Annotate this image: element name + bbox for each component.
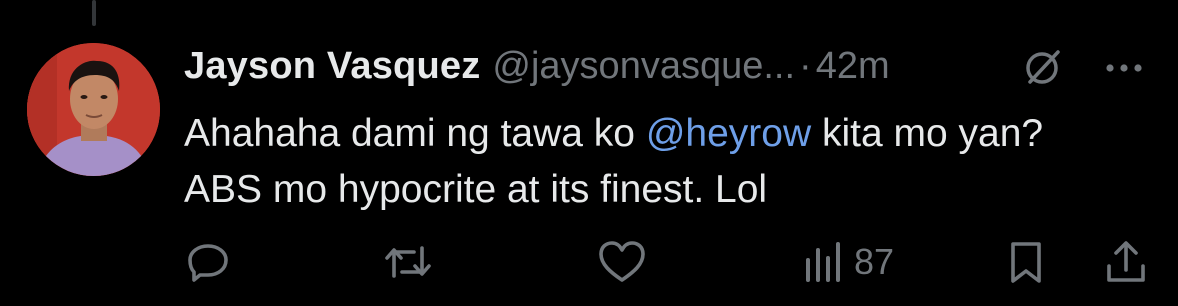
reply-button[interactable] (184, 232, 232, 292)
tweet[interactable]: Jayson Vasquez @jaysonvasque... · 42m Ah… (184, 36, 1158, 218)
display-name[interactable]: Jayson Vasquez (184, 45, 480, 88)
separator-dot: · (799, 44, 812, 87)
retweet-icon (382, 238, 434, 286)
more-icon[interactable] (1100, 46, 1148, 88)
user-handle[interactable]: @jaysonvasque... (492, 45, 795, 88)
bookmark-icon (1006, 238, 1046, 286)
tweet-header: Jayson Vasquez @jaysonvasque... · 42m (184, 36, 1158, 96)
timestamp[interactable]: 42m (816, 45, 890, 88)
share-button[interactable] (1104, 232, 1148, 292)
action-bar: 87 (184, 232, 1164, 292)
tweet-text: Ahahaha dami ng tawa ko @heyrow kita mo … (184, 106, 1084, 218)
like-button[interactable] (596, 232, 648, 292)
share-icon (1104, 238, 1148, 286)
heart-icon (596, 238, 648, 286)
views-count: 87 (854, 241, 895, 282)
reply-icon (184, 238, 232, 286)
views-icon (802, 238, 844, 286)
grok-icon[interactable] (1022, 46, 1064, 88)
avatar[interactable] (27, 43, 160, 176)
mention-link[interactable]: @heyrow (646, 112, 811, 155)
views-button[interactable]: 87 (802, 232, 894, 292)
retweet-button[interactable] (382, 232, 434, 292)
thread-connector-line (92, 0, 96, 26)
bookmark-button[interactable] (1006, 232, 1046, 292)
tweet-text-part: Ahahaha dami ng tawa ko (184, 112, 646, 155)
